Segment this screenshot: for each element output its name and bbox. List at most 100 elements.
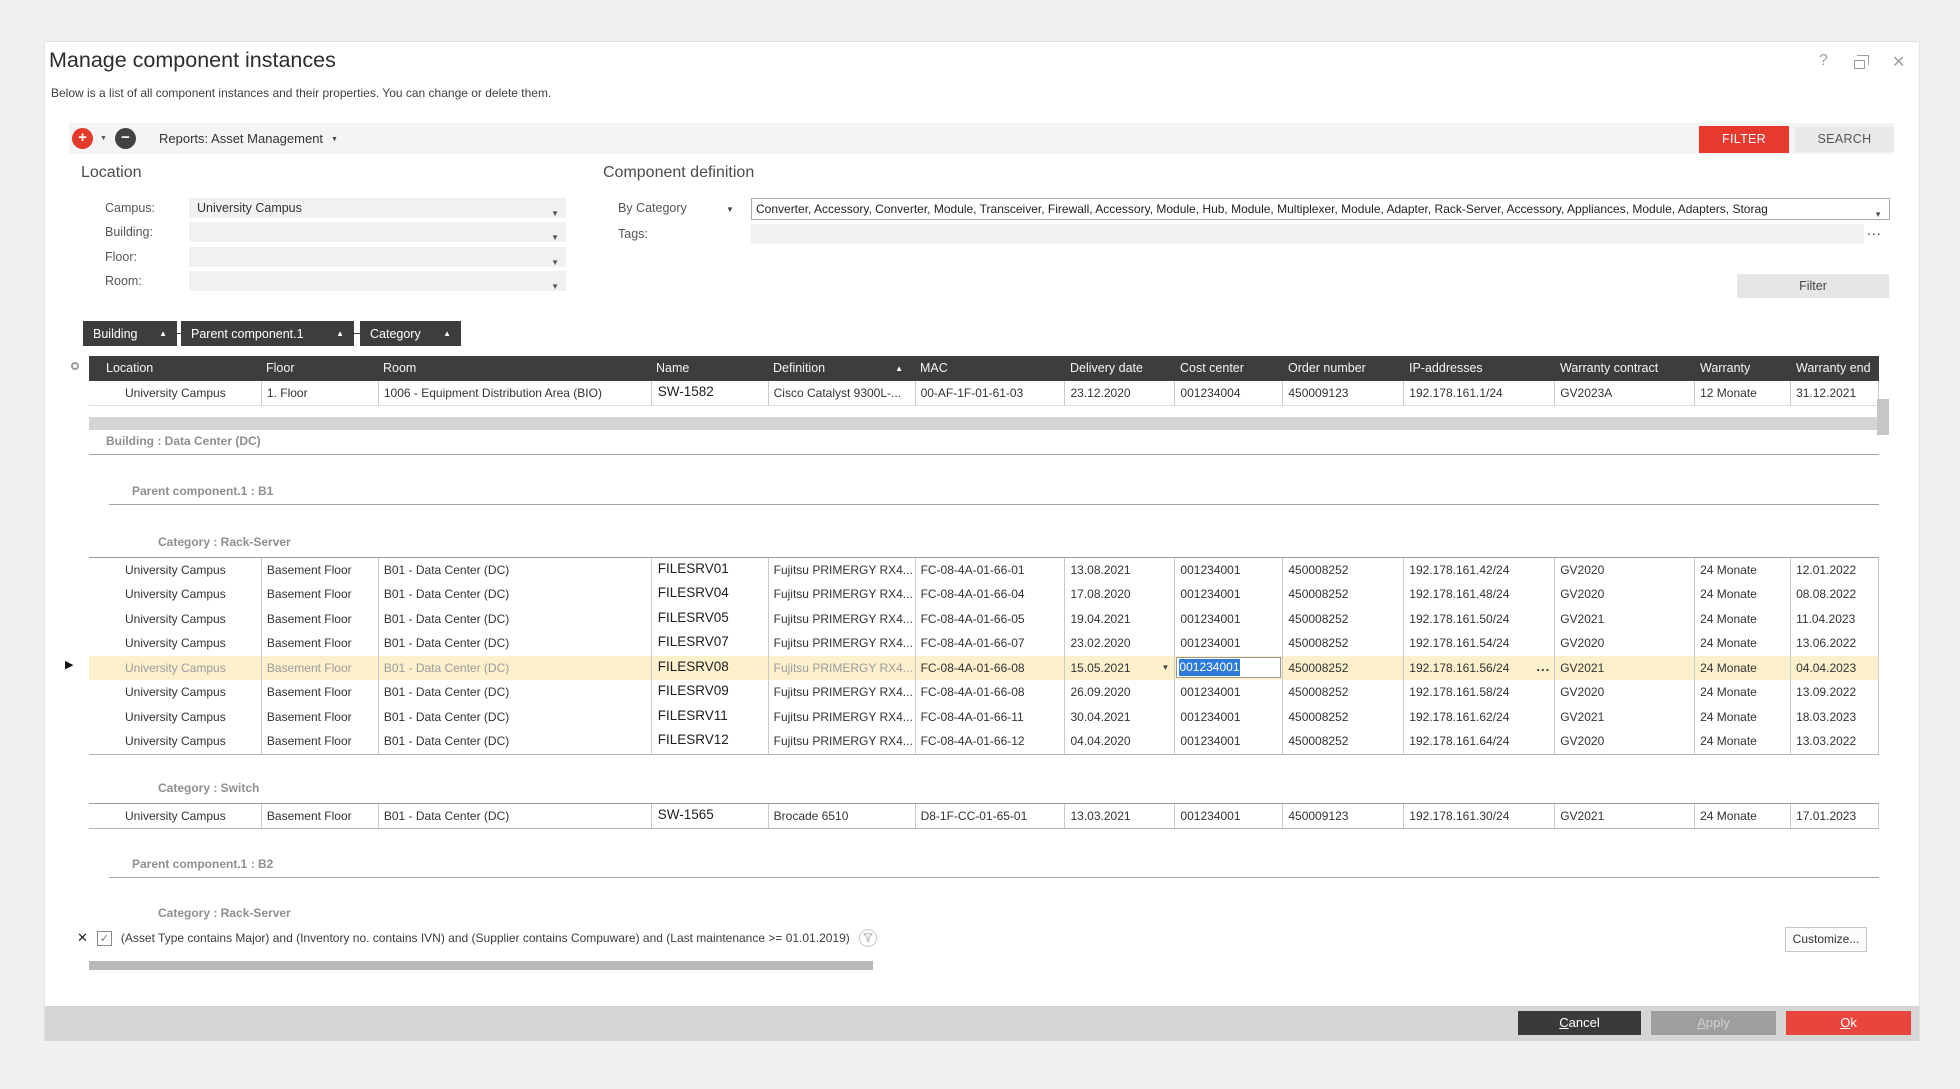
cell-name: FILESRV09 xyxy=(651,680,768,705)
table-rows-group: University CampusBasement FloorB01 - Dat… xyxy=(89,557,1879,755)
bottom-horizontal-scrollbar[interactable] xyxy=(89,961,873,970)
campus-dropdown[interactable]: University Campus▼ xyxy=(189,198,566,218)
column-header-delivery-date[interactable]: Delivery date xyxy=(1065,356,1175,381)
table-row[interactable]: University CampusBasement FloorB01 - Dat… xyxy=(89,705,1879,730)
cell-name: FILESRV11 xyxy=(651,705,768,730)
column-header-warranty-contract[interactable]: Warranty contract xyxy=(1555,356,1695,381)
table-row[interactable]: University CampusBasement FloorB01 - Dat… xyxy=(89,607,1879,632)
add-report-button[interactable]: + xyxy=(72,128,93,149)
column-header-floor[interactable]: Floor xyxy=(261,356,378,381)
by-category-dropdown[interactable]: By Category xyxy=(618,201,687,215)
cell-room: B01 - Data Center (DC) xyxy=(378,705,651,730)
tags-input[interactable] xyxy=(751,224,1864,244)
cell-ip-addresses: 192.178.161.42/24 xyxy=(1403,558,1554,583)
cell-floor: Basement Floor xyxy=(261,582,378,607)
table-row[interactable]: University CampusBasement FloorB01 - Dat… xyxy=(89,680,1879,705)
ip-more-button[interactable]: ... xyxy=(1536,656,1550,680)
group-chip-building[interactable]: Building ▲ xyxy=(83,321,177,346)
categories-input[interactable]: Converter, Accessory, Converter, Module,… xyxy=(751,198,1890,220)
column-header-label: Warranty xyxy=(1700,356,1750,381)
cell-warranty-contract: GV2021 xyxy=(1554,804,1694,829)
cell-room: B01 - Data Center (DC) xyxy=(378,631,651,656)
column-header-order-number[interactable]: Order number xyxy=(1283,356,1404,381)
help-icon[interactable]: ? xyxy=(1819,52,1828,70)
room-label: Room: xyxy=(105,274,142,288)
clear-filter-icon[interactable]: ✕ xyxy=(77,930,88,946)
reports-caret-icon: ▼ xyxy=(331,136,338,143)
building-dropdown[interactable]: ▼ xyxy=(189,222,566,242)
cell-warranty-end: 12.01.2022 xyxy=(1790,558,1878,583)
table-row[interactable]: University CampusBasement FloorB01 - Dat… xyxy=(89,558,1879,583)
cell-ip-addresses: 192.178.161.56/24... xyxy=(1403,656,1554,681)
cell-ip-addresses: 192.178.161.50/24 xyxy=(1403,607,1554,632)
close-icon[interactable]: ✕ xyxy=(1892,52,1905,72)
apply-button[interactable]: Apply xyxy=(1651,1011,1776,1035)
column-header-warranty-end[interactable]: Warranty end xyxy=(1791,356,1879,381)
filter-funnel-icon[interactable] xyxy=(859,929,877,947)
table-row[interactable]: University CampusBasement FloorB01 - Dat… xyxy=(89,582,1879,607)
cell-warranty-end: 13.09.2022 xyxy=(1790,680,1878,705)
cell-location: University Campus xyxy=(89,381,261,405)
cell-location: University Campus xyxy=(89,631,261,656)
column-header-definition[interactable]: Definition▲ xyxy=(768,356,915,381)
cell-ip-addresses: 192.178.161.54/24 xyxy=(1403,631,1554,656)
cell-mac: FC-08-4A-01-66-11 xyxy=(915,705,1065,730)
restore-window-icon[interactable] xyxy=(1854,60,1865,69)
floor-dropdown[interactable]: ▼ xyxy=(189,247,566,267)
cell-warranty-end: 08.08.2022 xyxy=(1790,582,1878,607)
column-header-location[interactable]: Location xyxy=(89,356,261,381)
date-caret-icon[interactable]: ▼ xyxy=(1162,656,1170,681)
apply-filter-button[interactable]: Filter xyxy=(1737,274,1889,298)
column-header-ip-addresses[interactable]: IP-addresses xyxy=(1404,356,1555,381)
cell-mac: FC-08-4A-01-66-07 xyxy=(915,631,1065,656)
search-tab-button[interactable]: SEARCH xyxy=(1795,127,1894,152)
cell-definition: Fujitsu PRIMERGY RX4... xyxy=(768,705,915,730)
row-indicator-icon xyxy=(71,362,79,370)
cost-center-edit-field[interactable]: 001234001 xyxy=(1176,657,1281,678)
room-dropdown[interactable]: ▼ xyxy=(189,271,566,291)
cancel-button[interactable]: Cancel xyxy=(1518,1011,1641,1035)
table-horizontal-scrollbar[interactable] xyxy=(89,417,1879,430)
cell-location: University Campus xyxy=(89,558,261,583)
cell-warranty-end: 04.04.2023 xyxy=(1790,656,1878,681)
cell-warranty-end: 11.04.2023 xyxy=(1790,607,1878,632)
column-header-warranty[interactable]: Warranty xyxy=(1695,356,1791,381)
cell-warranty-end: 31.12.2021 xyxy=(1790,381,1878,405)
campus-value: University Campus xyxy=(197,201,302,215)
remove-report-button[interactable]: − xyxy=(115,128,136,149)
table-row[interactable]: University CampusBasement FloorB01 - Dat… xyxy=(89,631,1879,656)
cell-floor: Basement Floor xyxy=(261,631,378,656)
table-vertical-scrollbar[interactable] xyxy=(1877,399,1889,435)
group-chip-parent-component[interactable]: Parent component.1 ▲ xyxy=(181,321,354,346)
ok-button[interactable]: Ok xyxy=(1786,1011,1911,1035)
cell-warranty-contract: GV2021 xyxy=(1554,705,1694,730)
cell-floor: Basement Floor xyxy=(261,656,378,681)
group-chip-label: Building xyxy=(93,327,137,341)
cell-definition: Fujitsu PRIMERGY RX4... xyxy=(768,582,915,607)
add-report-caret-icon[interactable]: ▼ xyxy=(100,135,107,142)
table-row[interactable]: University CampusBasement FloorB01 - Dat… xyxy=(89,656,1879,681)
by-category-caret-icon[interactable]: ▼ xyxy=(726,205,734,214)
cell-delivery-date: 04.04.2020 xyxy=(1064,729,1174,754)
filter-tab-button[interactable]: FILTER xyxy=(1699,126,1789,153)
column-header-cost-center[interactable]: Cost center xyxy=(1175,356,1283,381)
table-row[interactable]: University CampusBasement FloorB01 - Dat… xyxy=(89,729,1879,754)
cell-room: B01 - Data Center (DC) xyxy=(378,680,651,705)
table-row[interactable]: University Campus1. Floor1006 - Equipmen… xyxy=(89,381,1879,406)
column-header-mac[interactable]: MAC xyxy=(915,356,1065,381)
cell-delivery-date: 26.09.2020 xyxy=(1064,680,1174,705)
cell-mac: FC-08-4A-01-66-08 xyxy=(915,680,1065,705)
column-header-name[interactable]: Name xyxy=(651,356,768,381)
building-caret-icon: ▼ xyxy=(551,228,559,248)
group-divider xyxy=(89,454,1879,455)
filter-checkbox[interactable]: ✓ xyxy=(97,931,112,946)
cell-name: SW-1565 xyxy=(651,804,768,829)
customize-button[interactable]: Customize... xyxy=(1785,927,1867,952)
table-row[interactable]: University CampusBasement FloorB01 - Dat… xyxy=(89,804,1879,829)
cell-name: FILESRV04 xyxy=(651,582,768,607)
cell-mac: FC-08-4A-01-66-05 xyxy=(915,607,1065,632)
tags-more-button[interactable]: ... xyxy=(1867,222,1882,238)
column-header-room[interactable]: Room xyxy=(378,356,651,381)
group-chip-category[interactable]: Category ▲ xyxy=(360,321,461,346)
reports-dropdown[interactable]: Reports: Asset Management▼ xyxy=(159,131,338,146)
